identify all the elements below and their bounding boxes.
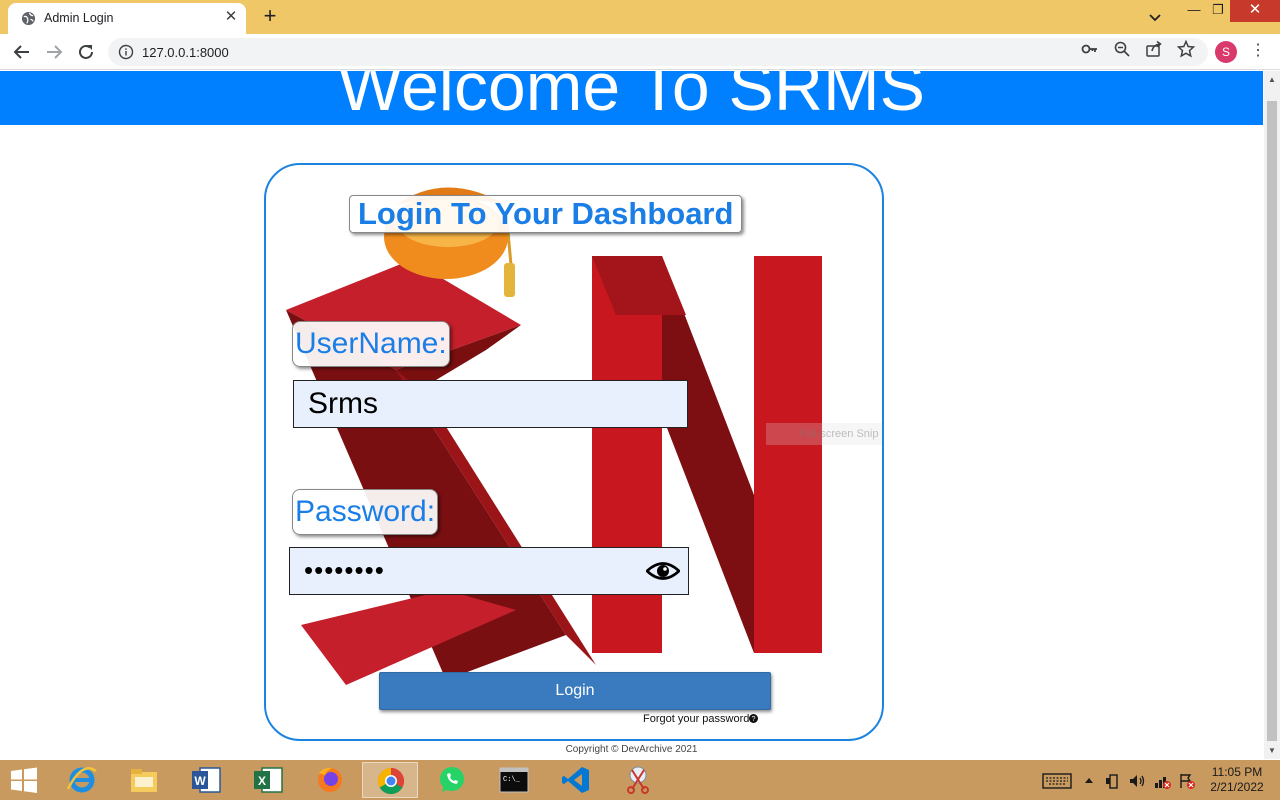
- scroll-down-icon[interactable]: ▼: [1268, 746, 1276, 755]
- key-icon[interactable]: [1081, 40, 1099, 58]
- scroll-up-icon[interactable]: ▲: [1268, 75, 1276, 84]
- svg-text:C:\_: C:\_: [503, 776, 521, 784]
- taskbar-whatsapp[interactable]: [424, 762, 480, 798]
- tab-title: Admin Login: [44, 11, 114, 25]
- scrollbar-thumb[interactable]: [1267, 101, 1277, 741]
- banner-title: Welcome To SRMS: [338, 71, 925, 125]
- terminal-icon: C:\_: [499, 767, 529, 793]
- taskbar-excel[interactable]: X: [240, 762, 296, 798]
- login-heading: Login To Your Dashboard: [349, 195, 743, 233]
- window-maximize-button[interactable]: ❐: [1204, 0, 1232, 22]
- whatsapp-icon: [440, 767, 464, 792]
- folder-icon: [131, 769, 157, 792]
- volume-icon[interactable]: [1128, 773, 1146, 789]
- back-arrow-icon[interactable]: [10, 40, 34, 64]
- url-text[interactable]: 127.0.0.1:8000: [142, 45, 229, 60]
- clock-date: 2/21/2022: [1210, 780, 1264, 794]
- svg-text:X: X: [258, 774, 266, 788]
- chrome-icon: [377, 767, 405, 795]
- power-icon[interactable]: [1104, 773, 1122, 789]
- keyboard-icon[interactable]: [1042, 773, 1072, 789]
- password-label: Password:: [292, 489, 439, 535]
- action-center-flag-icon[interactable]: [1178, 773, 1196, 789]
- srms-logo-background: [286, 187, 822, 685]
- forgot-password-text[interactable]: Forgot your password: [643, 713, 749, 725]
- firefox-icon: [318, 767, 342, 792]
- reload-icon[interactable]: [74, 40, 98, 64]
- new-tab-button[interactable]: +: [258, 5, 282, 29]
- site-info-icon[interactable]: [118, 44, 134, 60]
- password-input[interactable]: ••••••••: [289, 547, 689, 595]
- browser-toolbar: 127.0.0.1:8000 S ⋮: [0, 34, 1280, 70]
- help-icon: ?: [749, 714, 759, 723]
- scissors-icon: [627, 766, 649, 794]
- bookmark-star-icon[interactable]: [1177, 40, 1195, 58]
- excel-icon: X: [254, 767, 283, 793]
- browser-tab-strip: Admin Login ✕ + — ❐ ✕: [0, 0, 1280, 34]
- copyright-text: Copyright © DevArchive 2021: [565, 744, 698, 755]
- windows-taskbar: W X C:\_ 11:05 PM 2/21/2022: [0, 760, 1280, 800]
- password-masked-value: ••••••••: [304, 555, 385, 585]
- taskbar-firefox[interactable]: [302, 762, 358, 798]
- vscode-icon: [562, 767, 589, 793]
- window-close-button[interactable]: ✕: [1230, 0, 1280, 22]
- snip-overlay-hint: Full-screen Snip: [766, 423, 882, 445]
- address-bar[interactable]: 127.0.0.1:8000: [108, 38, 1208, 66]
- svg-text:?: ?: [752, 714, 756, 723]
- username-label: UserName:: [292, 321, 450, 367]
- login-card: Full-screen Snip Login To Your Dashboard…: [264, 163, 884, 741]
- forgot-password-link[interactable]: Forgot your password?: [643, 713, 759, 725]
- browser-tab-admin-login[interactable]: Admin Login ✕: [8, 3, 246, 34]
- page-scrollbar[interactable]: ▲ ▼: [1264, 71, 1280, 759]
- show-hidden-icons-icon[interactable]: [1083, 773, 1095, 789]
- taskbar-file-explorer[interactable]: [116, 762, 172, 798]
- taskbar-internet-explorer[interactable]: [54, 762, 110, 798]
- site-banner: Welcome To SRMS: [0, 71, 1263, 125]
- network-icon[interactable]: [1153, 773, 1171, 789]
- login-button[interactable]: Login: [379, 672, 771, 710]
- svg-text:W: W: [194, 774, 206, 788]
- taskbar-command-prompt[interactable]: C:\_: [486, 762, 542, 798]
- more-options-icon[interactable]: ⋮: [1250, 42, 1266, 62]
- forward-arrow-icon[interactable]: [42, 40, 66, 64]
- taskbar-vscode[interactable]: [548, 762, 604, 798]
- share-icon[interactable]: [1145, 40, 1163, 58]
- profile-avatar[interactable]: S: [1215, 41, 1237, 63]
- windows-start-icon[interactable]: [10, 767, 38, 793]
- taskbar-chrome[interactable]: [362, 762, 418, 798]
- eye-icon[interactable]: [646, 558, 680, 584]
- globe-icon: [21, 11, 36, 26]
- clock-time: 11:05 PM: [1211, 765, 1263, 779]
- zoom-icon[interactable]: [1113, 40, 1131, 58]
- tab-close-icon[interactable]: ✕: [222, 8, 240, 26]
- taskbar-snipping-tool[interactable]: [610, 762, 666, 798]
- word-icon: W: [192, 767, 221, 793]
- system-clock[interactable]: 11:05 PM 2/21/2022: [1204, 765, 1270, 795]
- username-input[interactable]: [293, 380, 688, 428]
- page-viewport: Welcome To SRMS Full-screen Snip Login T…: [0, 71, 1263, 759]
- taskbar-word[interactable]: W: [178, 762, 234, 798]
- chevron-down-icon[interactable]: [1145, 7, 1165, 27]
- internet-explorer-icon: [66, 767, 97, 793]
